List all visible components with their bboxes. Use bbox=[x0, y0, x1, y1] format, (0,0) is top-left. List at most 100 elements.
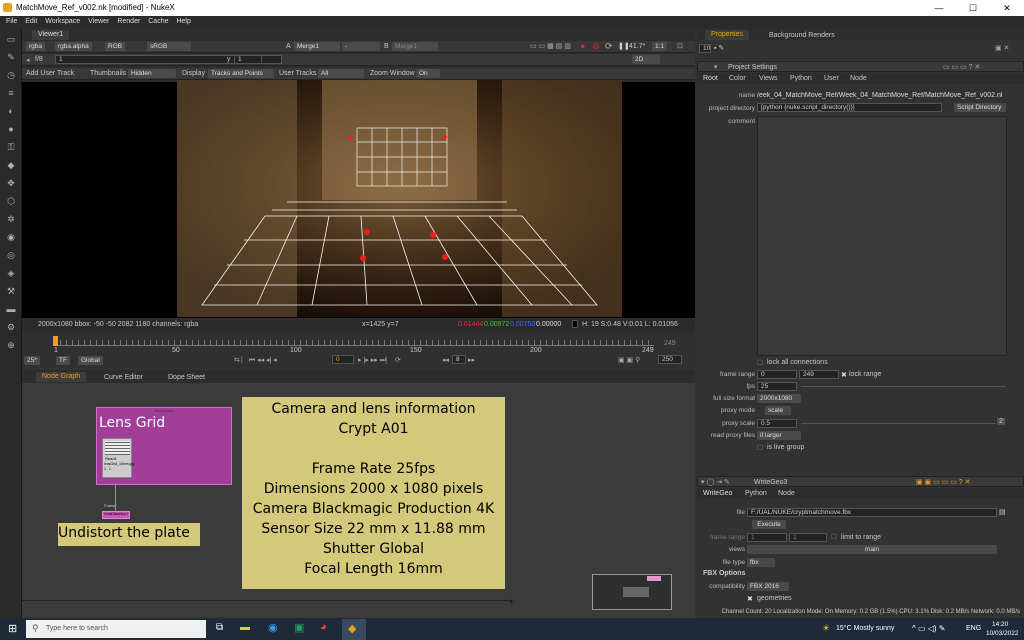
track-point[interactable] bbox=[443, 135, 447, 139]
read-proxy-files-dropdown[interactable]: if larger bbox=[757, 431, 801, 440]
menu-help[interactable]: Help bbox=[176, 18, 190, 25]
rgb-dropdown[interactable]: RGB bbox=[105, 42, 126, 51]
merge-tool-icon[interactable]: ◆ bbox=[5, 160, 17, 170]
skip-icon[interactable]: ◂◂ bbox=[442, 356, 449, 364]
camera-info-sticky[interactable]: Camera and lens information Crypt A01 Fr… bbox=[242, 397, 505, 589]
proxy-scale-btn[interactable]: 2 bbox=[997, 418, 1005, 425]
colorspace-dropdown[interactable]: sRGB bbox=[147, 42, 191, 51]
out-frame-field[interactable]: 250 bbox=[658, 355, 682, 364]
plugins-tool-icon[interactable]: ⊕ bbox=[5, 340, 17, 350]
clock-date[interactable]: 10/03/2022 bbox=[986, 630, 1019, 637]
menu-file[interactable]: File bbox=[6, 18, 17, 25]
add-user-track-button[interactable]: Add User Track bbox=[26, 70, 74, 77]
fps-slider[interactable] bbox=[801, 386, 1006, 387]
filter-tool-icon[interactable]: ● bbox=[5, 124, 17, 134]
views-tool-icon[interactable]: ◎ bbox=[5, 250, 17, 260]
writegeo-controls-icon[interactable]: ▾ ◯ ⇥ ✎ bbox=[701, 478, 730, 486]
composite-op-dropdown[interactable]: - bbox=[342, 42, 380, 51]
app-icon[interactable]: ▣ bbox=[294, 621, 304, 634]
frame-range-end[interactable]: 249 bbox=[799, 370, 839, 379]
forward-controls-icon[interactable]: ▸ |▸ ▸▸ ⏭⎸ ⟳ bbox=[358, 356, 401, 365]
tab-properties[interactable]: Properties bbox=[705, 30, 749, 40]
skip-forward-icon[interactable]: ▸▸ bbox=[468, 356, 475, 364]
other-tool-icon[interactable]: ▬ bbox=[5, 304, 17, 314]
fstop-label[interactable]: f/8 bbox=[35, 56, 43, 63]
range-lock-icon[interactable]: ▣ ▣ ⚲ bbox=[618, 356, 640, 364]
draw-tool-icon[interactable]: ✎ bbox=[5, 52, 17, 62]
proxy-scale-field[interactable]: 0.5 bbox=[757, 419, 797, 428]
track-point[interactable] bbox=[430, 232, 436, 238]
tray-icons[interactable]: ^ ▭ ◁) ✎ bbox=[912, 624, 946, 633]
keyer-tool-icon[interactable]: ⚿ bbox=[5, 142, 17, 152]
proxy-mode-dropdown[interactable]: scale bbox=[765, 406, 791, 415]
writegeo-icons[interactable]: ▣ ▣ ▭ ▭ ▭ ? ✕ bbox=[916, 478, 971, 486]
node-graph-panel[interactable]: Node Graph Curve Editor Dope Sheet Backd… bbox=[22, 370, 695, 618]
props-window-icons[interactable]: ▣ ✕ bbox=[995, 44, 1009, 52]
color-tool-icon[interactable]: ◐ bbox=[5, 106, 17, 116]
subtab-writegeo[interactable]: WriteGeo bbox=[703, 490, 732, 497]
time-tool-icon[interactable]: ◷ bbox=[5, 70, 17, 80]
playback-controls-icon[interactable]: ⇆ ⎸⏮ ◂◂ ◂| ◂ bbox=[234, 356, 277, 365]
particles-tool-icon[interactable]: ✲ bbox=[5, 214, 17, 224]
y-field[interactable]: 1 bbox=[234, 55, 262, 64]
max-panels-field[interactable]: 10 bbox=[699, 44, 711, 53]
language-indicator[interactable]: ENG bbox=[966, 625, 981, 632]
track-point[interactable] bbox=[442, 254, 448, 260]
tab-background-renders[interactable]: Background Renders bbox=[769, 32, 835, 39]
tab-dope-sheet[interactable]: Dope Sheet bbox=[168, 374, 205, 381]
user-tracks-dropdown[interactable]: All bbox=[318, 69, 364, 78]
metadata-tool-icon[interactable]: ◈ bbox=[5, 268, 17, 278]
deep-tool-icon[interactable]: ◉ bbox=[5, 232, 17, 242]
comment-field[interactable] bbox=[757, 116, 1007, 356]
collapse-icon[interactable]: ▾ bbox=[714, 63, 718, 71]
track-point[interactable] bbox=[364, 229, 370, 235]
weather-text[interactable]: 15°C Mostly sunny bbox=[836, 625, 894, 632]
gain-icon[interactable]: ◂ bbox=[26, 56, 30, 64]
clock-time[interactable]: 14:20 bbox=[992, 621, 1008, 628]
frame-range-start[interactable]: 0 bbox=[757, 370, 797, 379]
subtab-views[interactable]: Views bbox=[759, 75, 778, 82]
is-live-checkbox[interactable]: ☐ bbox=[757, 444, 763, 452]
input-b-dropdown[interactable]: Merge1 bbox=[392, 42, 438, 51]
geometries-checkbox[interactable]: ✖ bbox=[747, 595, 753, 603]
zoom-value[interactable]: 41.7* bbox=[629, 43, 645, 50]
subtab-color[interactable]: Color bbox=[729, 75, 746, 82]
current-frame-field[interactable]: 0 bbox=[332, 355, 354, 364]
timeline-ruler[interactable] bbox=[54, 340, 654, 346]
navigator-minimap[interactable] bbox=[592, 574, 672, 610]
zoom-window-dropdown[interactable]: On bbox=[416, 69, 440, 78]
record-icon[interactable]: ● bbox=[580, 41, 585, 51]
playhead[interactable] bbox=[53, 336, 58, 346]
menu-viewer[interactable]: Viewer bbox=[88, 18, 109, 25]
edge-icon[interactable]: ◉ bbox=[268, 621, 278, 634]
tab-curve-editor[interactable]: Curve Editor bbox=[104, 374, 143, 381]
track-point[interactable] bbox=[360, 255, 366, 261]
project-directory-field[interactable]: [python {nuke.script_directory()}] bbox=[757, 103, 942, 112]
subtab-python[interactable]: Python bbox=[790, 75, 812, 82]
writegeo-header[interactable]: ▾ ◯ ⇥ ✎ WriteGeo3 ▣ ▣ ▭ ▭ ▭ ? ✕ bbox=[697, 476, 1024, 487]
alpha-dropdown[interactable]: rgba.alpha bbox=[55, 42, 92, 51]
subtab-python2[interactable]: Python bbox=[745, 490, 767, 497]
project-settings-header[interactable]: ▾ Project Settings ▭ ▭ ▭ ? ✕ bbox=[697, 61, 1024, 72]
nuke-taskbar-button[interactable]: ◆ bbox=[342, 619, 366, 640]
dot-node[interactable]: + bbox=[509, 597, 514, 606]
tab-node-graph[interactable]: Node Graph bbox=[36, 372, 87, 382]
lock-range-checkbox[interactable]: ✖ bbox=[841, 371, 847, 379]
track-point[interactable] bbox=[349, 136, 353, 140]
w-frame-range-start[interactable]: 1 bbox=[747, 533, 787, 542]
ratio-dropdown[interactable]: 1:1 bbox=[652, 42, 668, 51]
proxy-scale-slider[interactable] bbox=[801, 423, 996, 424]
maximize-button[interactable]: ☐ bbox=[956, 0, 990, 16]
lens-grid-backdrop[interactable]: Backdrop1 Lens Grid Read1 lensGrid_16mm.… bbox=[96, 407, 232, 485]
refresh-icon[interactable]: ⟳ bbox=[605, 41, 613, 52]
undistort-sticky[interactable]: Undistort the plate bbox=[58, 523, 200, 546]
file-browse-icon[interactable]: ▤ bbox=[999, 508, 1006, 516]
file-explorer-icon[interactable]: ▬ bbox=[240, 622, 250, 633]
file-field[interactable]: F:/UAL/NUKE/cryptmatchmove.fbx bbox=[747, 508, 997, 517]
file-type-dropdown[interactable]: fbx bbox=[747, 558, 775, 567]
close-button[interactable]: ✕ bbox=[990, 0, 1024, 16]
step-field[interactable]: 8 bbox=[452, 355, 466, 364]
stop-icon[interactable]: ⊘ bbox=[592, 41, 600, 52]
task-view-icon[interactable]: ⧉ bbox=[216, 622, 223, 633]
compatibility-dropdown[interactable]: FBX 2016 bbox=[747, 582, 789, 591]
